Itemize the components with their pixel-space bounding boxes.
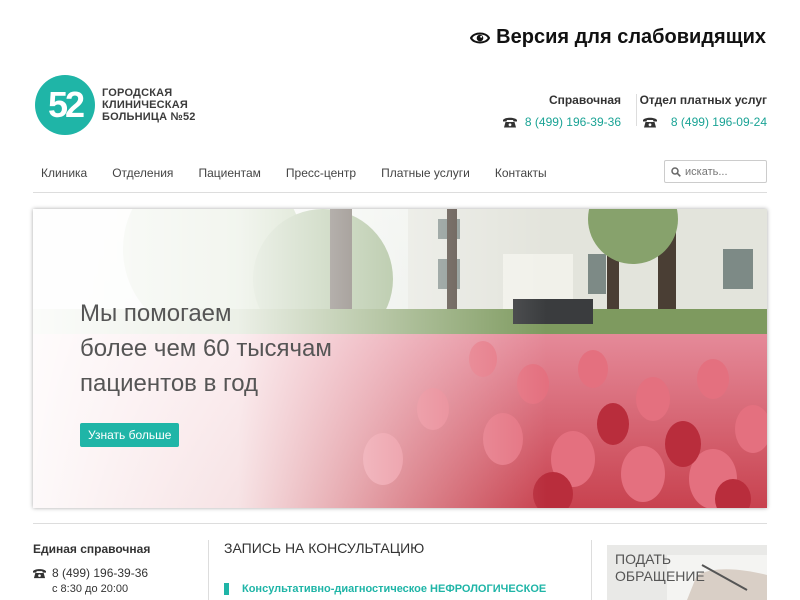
contact-reference: Справочная 8 (499) 196-39-36 bbox=[502, 93, 621, 129]
section-divider bbox=[33, 523, 767, 524]
contact-title: Справочная bbox=[548, 93, 621, 107]
hero-headline: Мы помогаем более чем 60 тысячам пациент… bbox=[80, 296, 332, 401]
phone-icon bbox=[642, 117, 657, 127]
appeal-label: ПОДАТЬ ОБРАЩЕНИЕ bbox=[615, 551, 705, 585]
hero-banner: Мы помогаем более чем 60 тысячам пациент… bbox=[33, 209, 767, 508]
submit-appeal-banner[interactable]: ПОДАТЬ ОБРАЩЕНИЕ bbox=[607, 545, 767, 600]
accessibility-version-link[interactable]: Версия для слабовидящих bbox=[470, 26, 766, 49]
hero-line-2: более чем 60 тысячам bbox=[80, 335, 332, 362]
hospital-logo[interactable]: 52 ГОРОДСКАЯ КЛИНИЧЕСКАЯ БОЛЬНИЦА №52 bbox=[35, 75, 196, 135]
column-divider bbox=[591, 540, 592, 600]
consultation-heading: ЗАПИСЬ НА КОНСУЛЬТАЦИЮ bbox=[224, 540, 425, 556]
accessibility-label: Версия для слабовидящих bbox=[496, 26, 766, 48]
nav-item-paid-services[interactable]: Платные услуги bbox=[373, 160, 478, 180]
nav-item-contacts[interactable]: Контакты bbox=[487, 160, 555, 180]
eye-icon bbox=[470, 32, 491, 43]
helpline-hours: с 8:30 до 20:00 bbox=[52, 583, 129, 595]
contact-paid-services: Отдел платных услуг 8 (499) 196-09-24 bbox=[640, 93, 767, 129]
contact-phone[interactable]: 8 (499) 196-09-24 bbox=[640, 115, 767, 129]
column-divider bbox=[208, 540, 209, 600]
helpline-block: Единая справочная 8 (499) 196-39-36 с 8:… bbox=[33, 542, 150, 595]
helpline-phone[interactable]: 8 (499) 196-39-36 bbox=[33, 566, 150, 580]
consultation-item-label: Консультативно-диагностическое НЕФРОЛОГИ… bbox=[242, 583, 547, 595]
contact-phone[interactable]: 8 (499) 196-39-36 bbox=[502, 115, 621, 129]
logo-line-1: ГОРОДСКАЯ bbox=[102, 87, 173, 99]
nav-item-clinic[interactable]: Клиника bbox=[33, 160, 95, 180]
search-icon bbox=[671, 166, 681, 177]
contact-phone-number: 8 (499) 196-39-36 bbox=[524, 115, 621, 129]
learn-more-button[interactable]: Узнать больше bbox=[80, 423, 180, 447]
contact-divider bbox=[636, 94, 637, 126]
appeal-line-2: ОБРАЩЕНИЕ bbox=[615, 568, 705, 584]
consultation-block: ЗАПИСЬ НА КОНСУЛЬТАЦИЮ Консультативно-ди… bbox=[224, 540, 584, 595]
logo-mark: 52 bbox=[35, 75, 95, 135]
nav-item-press-center[interactable]: Пресс-центр bbox=[278, 160, 364, 180]
hero-line-1: Мы помогаем bbox=[80, 300, 232, 327]
logo-mark-number: 52 bbox=[48, 84, 84, 125]
logo-text: ГОРОДСКАЯ КЛИНИЧЕСКАЯ БОЛЬНИЦА №52 bbox=[102, 87, 196, 123]
phone-icon bbox=[502, 117, 517, 127]
search-input[interactable] bbox=[685, 165, 761, 178]
search-box[interactable] bbox=[664, 160, 767, 183]
logo-line-3: БОЛЬНИЦА №52 bbox=[102, 111, 196, 123]
nav-item-patients[interactable]: Пациентам bbox=[190, 160, 268, 180]
helpline-title: Единая справочная bbox=[33, 542, 151, 556]
appeal-line-1: ПОДАТЬ bbox=[615, 551, 672, 567]
helpline-phone-number: 8 (499) 196-39-36 bbox=[52, 566, 149, 580]
logo-line-2: КЛИНИЧЕСКАЯ bbox=[102, 99, 188, 111]
hero-line-3: пациентов в год bbox=[80, 370, 259, 397]
item-marker bbox=[224, 583, 229, 595]
main-nav: Клиника Отделения Пациентам Пресс-центр … bbox=[33, 160, 767, 193]
phone-icon bbox=[33, 568, 46, 578]
contact-phone-number: 8 (499) 196-09-24 bbox=[670, 115, 767, 129]
contact-title: Отдел платных услуг bbox=[639, 93, 767, 107]
nav-item-departments[interactable]: Отделения bbox=[104, 160, 181, 180]
consultation-item[interactable]: Консультативно-диагностическое НЕФРОЛОГИ… bbox=[224, 583, 584, 595]
